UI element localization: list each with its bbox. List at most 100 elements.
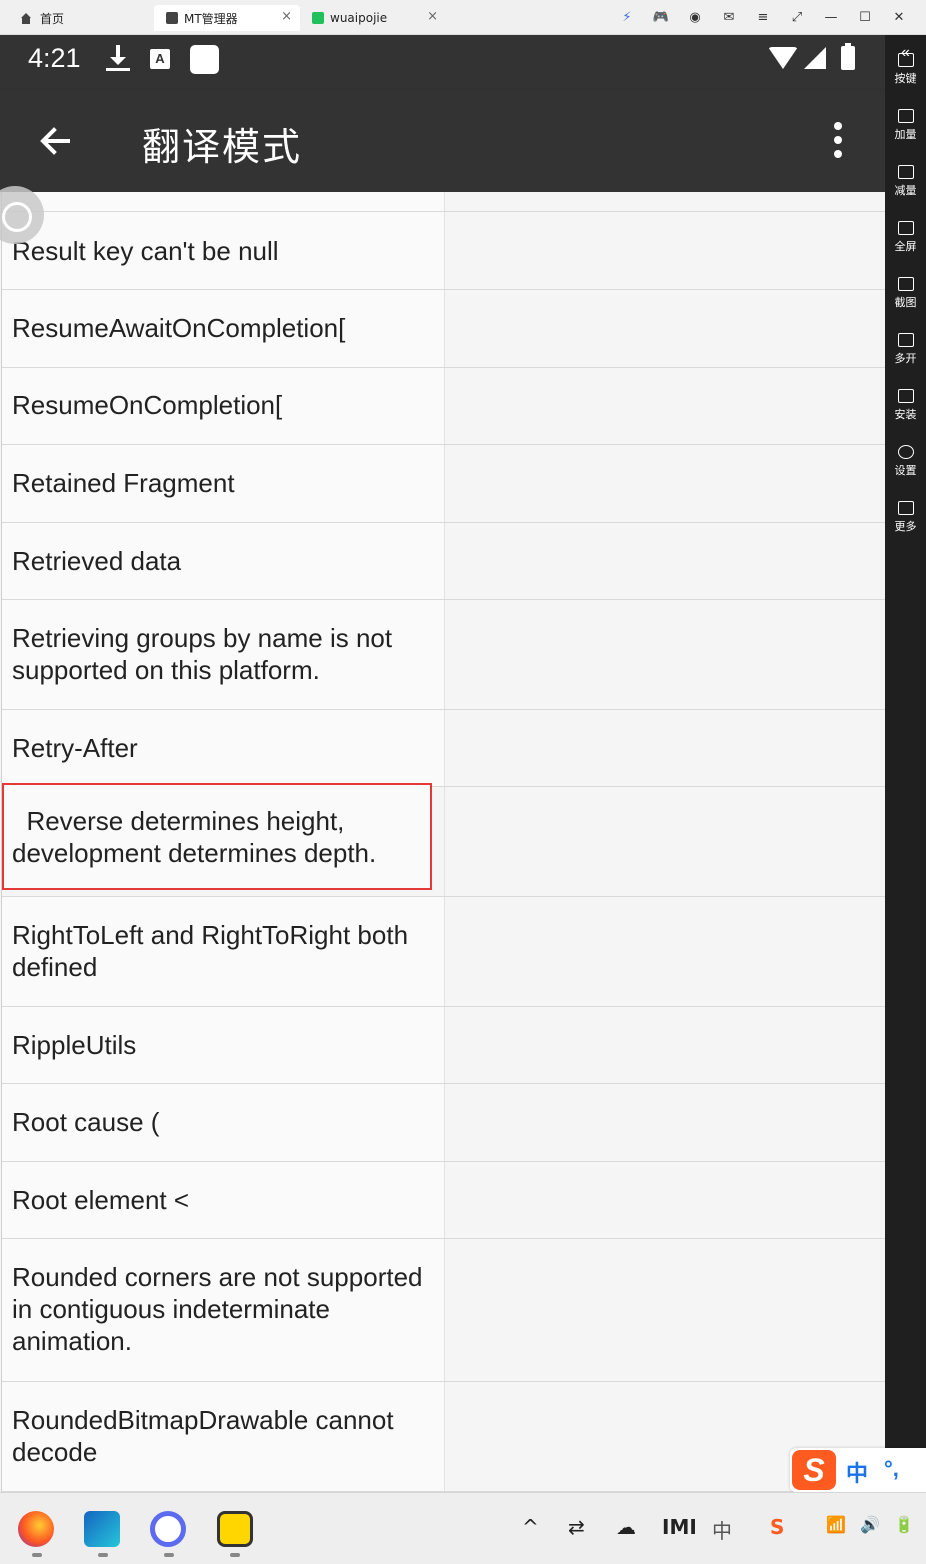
maximize-button[interactable]: ☐ xyxy=(848,10,882,25)
list-item[interactable]: Retained Fragment xyxy=(2,445,885,523)
list-item[interactable]: Retrieving groups by name is not support… xyxy=(2,600,885,710)
list-item[interactable]: Retry-After xyxy=(2,710,885,787)
tab-home[interactable]: 首页 xyxy=(20,5,140,31)
source-cell[interactable]: Root element < xyxy=(2,1162,444,1238)
multi-instance-icon xyxy=(897,333,914,347)
translation-cell[interactable] xyxy=(444,212,885,289)
translation-cell[interactable] xyxy=(444,290,885,367)
list-item[interactable]: RippleUtils xyxy=(2,1007,885,1084)
list-item[interactable] xyxy=(2,192,885,212)
close-tab-icon[interactable]: × xyxy=(281,9,292,24)
close-tab-icon[interactable]: × xyxy=(427,9,438,24)
source-cell[interactable]: Retrieved data xyxy=(2,523,444,599)
source-cell[interactable]: RoundedBitmapDrawable cannot decode xyxy=(2,1382,444,1491)
ime-mode-toggle[interactable]: 中 xyxy=(846,1456,868,1488)
settings-icon xyxy=(897,445,914,459)
list-item[interactable]: Retrieved data xyxy=(2,523,885,600)
running-indicator xyxy=(32,1553,42,1557)
source-cell[interactable]: Rounded corners are not supported in con… xyxy=(2,1239,444,1381)
source-cell[interactable]: ResumeOnCompletion[ xyxy=(2,368,444,444)
translation-cell[interactable] xyxy=(444,445,885,522)
source-cell[interactable]: ResumeAwaitOnCompletion[ xyxy=(2,290,444,367)
browser-app-icon[interactable] xyxy=(150,1511,186,1547)
menu-icon[interactable]: ≡ xyxy=(746,10,780,25)
translation-cell[interactable] xyxy=(444,1007,885,1083)
source-cell[interactable] xyxy=(2,192,444,211)
mail-icon[interactable]: ✉ xyxy=(712,10,746,25)
speaker-icon[interactable]: 🔊 xyxy=(860,1515,880,1534)
source-text: ResumeOnCompletion[ xyxy=(12,390,283,420)
list-item[interactable]: Root cause ( xyxy=(2,1084,885,1162)
translation-cell[interactable] xyxy=(444,1162,885,1238)
source-cell[interactable]: Retrieving groups by name is not support… xyxy=(2,600,444,709)
list-item[interactable]: RightToLeft and RightToRight both define… xyxy=(2,897,885,1007)
list-item-selected[interactable]: Reverse determines height, development d… xyxy=(2,783,885,897)
translation-cell[interactable] xyxy=(444,897,885,1006)
source-cell[interactable]: Retry-After xyxy=(2,710,444,786)
sidebar-item-screenshot[interactable]: 截图 xyxy=(885,269,926,319)
list-item[interactable]: Rounded corners are not supported in con… xyxy=(2,1239,885,1382)
list-item[interactable]: ResumeAwaitOnCompletion[ xyxy=(2,290,885,368)
android-app-icon xyxy=(312,12,324,24)
battery-tray-icon[interactable]: 🔋 xyxy=(894,1515,914,1534)
sidebar-item-keys[interactable]: 按键 xyxy=(885,45,926,95)
input-language-icon[interactable]: 中 xyxy=(712,1515,732,1544)
translation-cell[interactable] xyxy=(444,787,885,896)
account-icon[interactable]: ◉ xyxy=(678,10,712,25)
tray-expand-icon[interactable]: ^ xyxy=(522,1515,539,1539)
list-item[interactable]: Root element < xyxy=(2,1162,885,1239)
source-cell-highlighted[interactable]: Reverse determines height, development d… xyxy=(2,783,432,890)
boost-icon[interactable]: ⚡ xyxy=(610,10,644,25)
sidebar-item-more[interactable]: 更多 xyxy=(885,493,926,543)
wifi-tray-icon[interactable]: 📶 xyxy=(826,1515,846,1534)
tray-sliders-icon[interactable]: ⇄ xyxy=(568,1515,585,1539)
tab-mt-manager[interactable]: MT管理器 × xyxy=(154,5,300,31)
back-button[interactable] xyxy=(30,115,82,167)
list-item[interactable]: RoundedBitmapDrawable cannot decode xyxy=(2,1382,885,1492)
restore-size-icon[interactable]: ⤢ xyxy=(780,10,814,25)
sidebar-item-install[interactable]: 安装 xyxy=(885,381,926,431)
gamepad-icon[interactable]: 🎮 xyxy=(644,10,678,25)
imi-icon[interactable]: IMI xyxy=(662,1515,697,1539)
list-item[interactable]: Result key can't be null xyxy=(2,212,885,290)
source-cell[interactable]: RightToLeft and RightToRight both define… xyxy=(2,897,444,1006)
translation-cell[interactable] xyxy=(444,710,885,786)
translation-cell[interactable] xyxy=(444,1239,885,1381)
sogou-tray-icon[interactable]: S xyxy=(770,1515,784,1539)
sidebar-item-volume-down[interactable]: 减量 xyxy=(885,157,926,207)
font-a-icon: A xyxy=(150,49,170,69)
sidebar-item-settings[interactable]: 设置 xyxy=(885,437,926,487)
source-cell[interactable]: RippleUtils xyxy=(2,1007,444,1083)
translation-cell[interactable] xyxy=(444,1084,885,1161)
source-text: RightToLeft and RightToRight both define… xyxy=(12,920,409,982)
translation-cell[interactable] xyxy=(444,368,885,444)
ime-punct-toggle[interactable]: °, xyxy=(884,1456,899,1482)
firefox-icon[interactable] xyxy=(18,1511,54,1547)
dot-icon xyxy=(834,136,842,144)
source-cell[interactable]: Result key can't be null xyxy=(2,212,444,289)
translation-cell[interactable] xyxy=(444,600,885,709)
source-text: ResumeAwaitOnCompletion[ xyxy=(12,313,346,343)
emulator-title-bar: 首页 MT管理器 × wuaipojie × ⚡ 🎮 ◉ ✉ ≡ ⤢ — ☐ ✕ xyxy=(0,0,926,35)
dot-icon xyxy=(834,150,842,158)
ime-toolbar[interactable]: S 中 °, xyxy=(790,1448,926,1492)
sidebar-item-fullscreen[interactable]: 全屏 xyxy=(885,213,926,263)
translation-cell[interactable] xyxy=(444,523,885,599)
tab-mt-label: MT管理器 xyxy=(184,11,238,26)
list-item[interactable]: ResumeOnCompletion[ xyxy=(2,368,885,445)
onedrive-icon[interactable]: ☁ xyxy=(616,1515,636,1539)
minimize-button[interactable]: — xyxy=(814,10,848,25)
translation-cell[interactable] xyxy=(444,192,885,211)
sidebar-item-volume-up[interactable]: 加量 xyxy=(885,101,926,151)
emulator-app-icon[interactable] xyxy=(217,1511,253,1547)
bird-app-icon[interactable] xyxy=(84,1511,120,1547)
source-text: Result key can't be null xyxy=(12,236,279,266)
tab-wuaipojie[interactable]: wuaipojie × xyxy=(306,5,446,31)
close-button[interactable]: ✕ xyxy=(882,10,916,25)
overflow-menu-button[interactable] xyxy=(822,118,854,164)
volume-up-icon xyxy=(897,109,914,123)
emulator-sidebar: « 按键 加量 减量 全屏 截图 多开 安装 设置 更多 xyxy=(885,35,926,1492)
source-cell[interactable]: Root cause ( xyxy=(2,1084,444,1161)
sidebar-item-multi[interactable]: 多开 xyxy=(885,325,926,375)
source-cell[interactable]: Retained Fragment xyxy=(2,445,444,522)
